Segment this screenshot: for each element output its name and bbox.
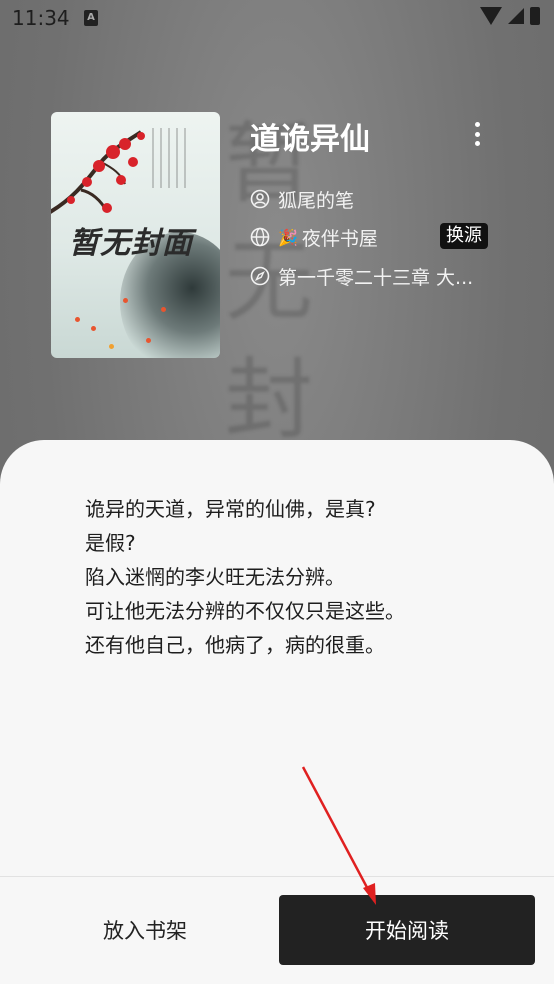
book-intro: 诡异的天道，异常的仙佛，是真? 是假? 陷入迷惘的李火旺无法分辨。 可让他无法分… [85,492,485,662]
intro-line: 陷入迷惘的李火旺无法分辨。 [85,565,345,589]
battery-icon [530,7,540,25]
person-icon [250,189,270,209]
status-time: 11:34 [12,6,70,30]
compass-icon [250,266,270,286]
author-name: 狐尾的笔 [278,189,355,212]
book-cover[interactable]: 暂无封面 [51,112,220,358]
latest-chapter-text: 第一千零二十三章 大... [278,266,474,289]
cover-plum-branch [51,130,145,214]
wifi-icon [480,7,502,25]
party-emoji-icon: 🎉 [278,227,298,247]
intro-line: 还有他自己，他病了，病的很重。 [85,633,385,657]
divider [0,876,554,877]
status-bar: 11:34 A [0,0,554,38]
notification-icon: A [84,10,98,26]
author-row[interactable]: 狐尾的笔 [250,186,354,212]
status-icons [480,7,540,25]
switch-source-button[interactable]: 换源 [440,223,488,249]
intro-line: 是假? [85,531,136,555]
intro-line: 诡异的天道，异常的仙佛，是真? [85,497,376,521]
start-reading-button[interactable]: 开始阅读 [279,895,535,965]
globe-icon [250,227,270,247]
intro-line: 可让他无法分辨的不仅仅只是这些。 [85,599,405,623]
add-to-shelf-button[interactable]: 放入书架 [60,895,230,965]
book-title: 道诡异仙 [250,122,370,157]
source-name: 夜伴书屋 [301,227,378,250]
cover-placeholder-text: 暂无封面 [69,226,193,261]
source-row[interactable]: 🎉 夜伴书屋 [250,224,378,250]
more-vert-icon[interactable] [466,118,488,150]
detail-sheet: 诡异的天道，异常的仙佛，是真? 是假? 陷入迷惘的李火旺无法分辨。 可让他无法分… [0,440,554,984]
latest-chapter-row[interactable]: 第一千零二十三章 大... [250,263,480,289]
signal-icon [508,8,524,24]
